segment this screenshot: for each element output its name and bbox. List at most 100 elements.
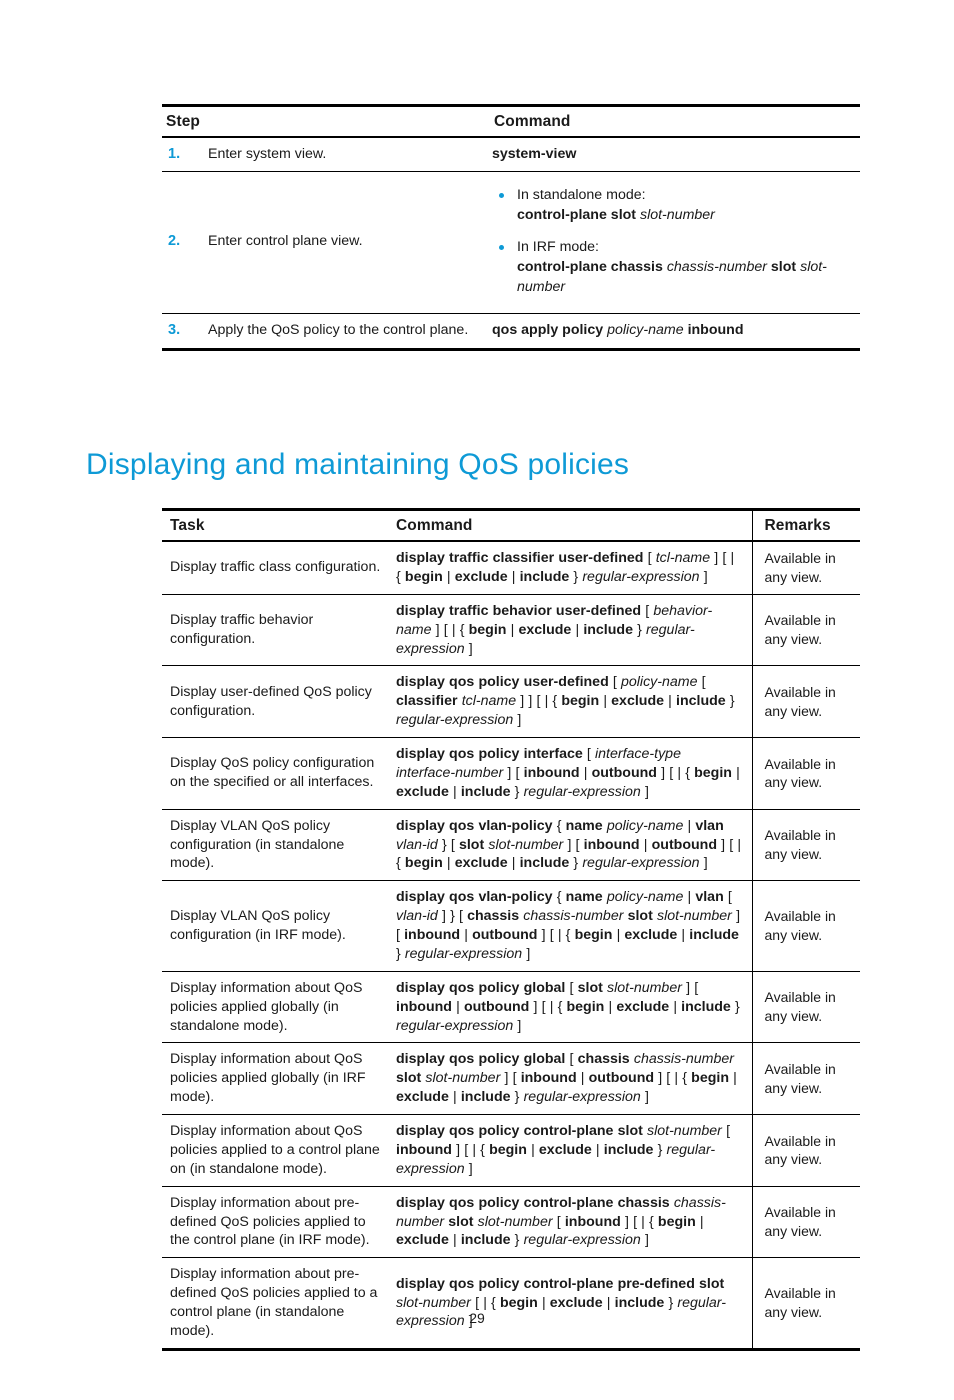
command-keyword: display xyxy=(396,602,445,619)
command-punctuation: | xyxy=(483,1294,487,1311)
command-keyword: include xyxy=(519,568,570,585)
command-punctuation: [ xyxy=(727,889,732,906)
step-number: 3. xyxy=(168,322,181,339)
command-punctuation: [ xyxy=(458,908,463,925)
command-punctuation: ] xyxy=(736,908,741,925)
table-row: Display traffic class configuration. disp… xyxy=(162,541,860,595)
command-parameter: regular-expression xyxy=(523,1232,641,1249)
command-keyword: exclude xyxy=(549,1294,603,1311)
command-punctuation: [ xyxy=(586,746,591,762)
command-keyword: qos xyxy=(449,1051,475,1068)
remarks-text: Available in any view. xyxy=(751,665,860,738)
command-punctuation: { xyxy=(480,1141,485,1158)
command-punctuation: [ xyxy=(396,927,400,943)
command-keyword: display xyxy=(396,817,445,834)
command-punctuation: [ xyxy=(515,764,520,781)
list-item: In IRF mode: control-plane chassis chass… xyxy=(492,238,852,297)
command-keyword: display xyxy=(396,1275,445,1292)
command-keyword: user-defined xyxy=(523,674,609,691)
task-description: Display VLAN QoS policy configuration (i… xyxy=(162,809,394,882)
command-keyword: slot xyxy=(396,1070,422,1087)
command-keyword: traffic xyxy=(449,550,489,566)
command-keyword: policy xyxy=(478,746,520,762)
command-punctuation: | xyxy=(544,693,549,710)
task-description: Display information about QoS policies a… xyxy=(162,1114,394,1187)
command-punctuation: | xyxy=(595,1141,600,1158)
command-parameter: vlan-id xyxy=(396,836,438,853)
table-row: Display information about QoS policies a… xyxy=(162,1042,860,1115)
command-punctuation: [ xyxy=(569,1051,574,1068)
command-punctuation: | xyxy=(541,1294,546,1311)
command-parameter: regular-expression xyxy=(404,945,523,962)
command-syntax: display qos vlan-policy { name policy-na… xyxy=(394,809,752,882)
table-row: Display VLAN QoS policy configuration (i… xyxy=(162,880,860,972)
command-keyword: name xyxy=(565,889,603,906)
command-keyword: slot xyxy=(699,1275,725,1292)
command-parameter: policy-name xyxy=(621,674,698,691)
command-punctuation: | xyxy=(641,1213,645,1230)
command-punctuation: { xyxy=(565,927,571,943)
command-punctuation: ] xyxy=(703,855,708,872)
command-punctuation: [ xyxy=(556,1213,561,1230)
command-syntax: display qos vlan-policy { name policy-na… xyxy=(394,880,752,972)
command-punctuation: | xyxy=(643,836,648,853)
command-keyword: begin xyxy=(657,1213,696,1230)
column-header-step: Step xyxy=(162,105,490,138)
command-punctuation: { xyxy=(682,1070,687,1087)
command-punctuation: | xyxy=(511,855,516,872)
command-keyword: slot xyxy=(458,836,485,853)
command-keyword: include xyxy=(583,621,633,638)
command-parameter: slot-number xyxy=(396,1294,471,1311)
command-keyword: global xyxy=(523,1051,566,1068)
command-keyword: slot xyxy=(627,908,653,925)
remarks-text: Available in any view. xyxy=(751,809,860,882)
command-keyword: begin xyxy=(694,764,732,781)
command-keyword: outbound xyxy=(463,998,530,1015)
command-punctuation: } xyxy=(573,568,579,585)
command-keyword: begin xyxy=(489,1141,527,1158)
command-punctuation: } xyxy=(396,945,401,962)
command-punctuation: | xyxy=(681,927,686,943)
command-punctuation: | xyxy=(557,927,562,943)
command-keyword: exclude xyxy=(538,1141,592,1158)
command-keyword: chassis xyxy=(577,1051,630,1068)
command-punctuation: ] xyxy=(468,640,473,657)
command-punctuation: { xyxy=(649,1213,654,1230)
command-keyword: include xyxy=(519,855,570,872)
command-punctuation: ] xyxy=(624,1213,629,1230)
command-keyword: exclude xyxy=(396,783,449,800)
command-punctuation: [ xyxy=(512,1070,517,1087)
task-description: Display traffic behavior configuration. xyxy=(162,594,394,667)
command-punctuation: [ xyxy=(541,998,546,1015)
command-keyword: begin xyxy=(566,998,605,1015)
table-row: 3. Apply the QoS policy to the control p… xyxy=(162,314,860,349)
table-row: 2. Enter control plane view. In standalo… xyxy=(162,171,860,315)
task-description: Display information about pre-defined Qo… xyxy=(162,1186,394,1259)
command-punctuation: | xyxy=(668,693,672,710)
command-punctuation: ] xyxy=(686,979,691,996)
command-punctuation: { xyxy=(556,889,562,906)
command-punctuation: ] xyxy=(533,998,538,1015)
page-title: Displaying and maintaining QoS policies xyxy=(86,448,630,481)
column-header-command: Command xyxy=(490,105,860,138)
task-description: Display information about QoS policies a… xyxy=(162,971,394,1044)
command-punctuation: | xyxy=(549,998,554,1015)
command-punctuation: | xyxy=(687,889,692,906)
command-keyword: include xyxy=(614,1294,665,1311)
command-punctuation: [ xyxy=(549,927,554,943)
command-punctuation: | xyxy=(737,836,742,853)
command-syntax: display qos policy user-defined [ policy… xyxy=(394,665,752,738)
command-keyword: policy xyxy=(478,1051,520,1068)
column-header-remarks: Remarks xyxy=(751,509,860,542)
command-punctuation: [ xyxy=(536,693,541,710)
command-keyword: include xyxy=(460,1232,511,1249)
command-punctuation: | xyxy=(736,764,740,781)
remarks-text: Available in any view. xyxy=(751,594,860,667)
command-keyword: qos xyxy=(449,1275,475,1292)
command-keyword: slot xyxy=(770,259,797,276)
command-punctuation: | xyxy=(608,998,613,1015)
command-punctuation: | xyxy=(580,1070,585,1087)
command-keyword: user-defined xyxy=(555,602,642,619)
command-parameter: regular-expression xyxy=(396,712,514,729)
command-punctuation: [ xyxy=(694,979,699,996)
